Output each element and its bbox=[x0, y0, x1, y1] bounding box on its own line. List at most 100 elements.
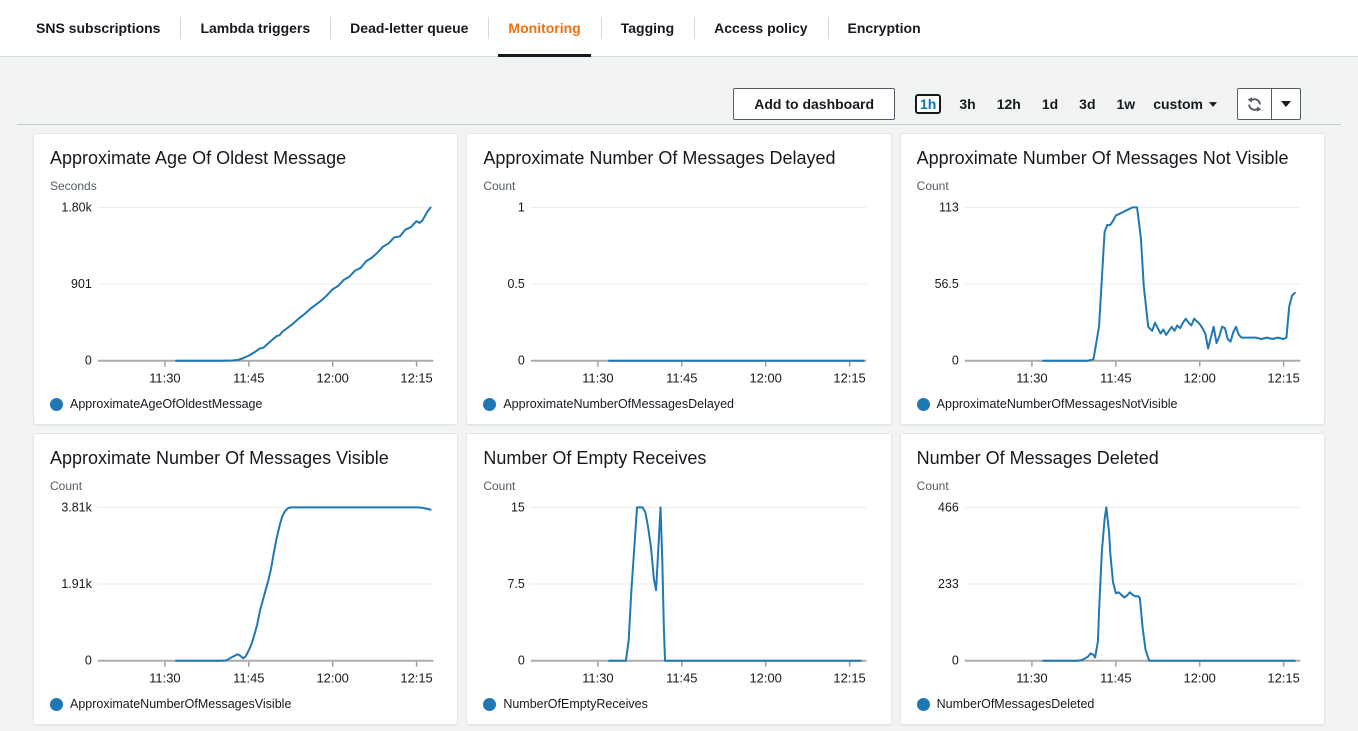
y-tick-label: 15 bbox=[511, 500, 525, 514]
x-tick-label: 11:30 bbox=[1016, 371, 1047, 386]
y-tick-label: 901 bbox=[71, 277, 92, 291]
chart-canvas[interactable]: 157.5011:3011:4512:0012:15 bbox=[483, 495, 874, 695]
chart-canvas[interactable]: 11356.5011:3011:4512:0012:15 bbox=[917, 195, 1308, 395]
tab-dead-letter-queue[interactable]: Dead-letter queue bbox=[330, 0, 488, 56]
chevron-down-icon bbox=[1209, 102, 1217, 107]
chart-title: Approximate Number Of Messages Delayed bbox=[483, 148, 874, 169]
legend-item[interactable]: ApproximateNumberOfMessagesNotVisible bbox=[917, 397, 1308, 411]
x-tick-label: 11:45 bbox=[666, 371, 697, 386]
chart-grid: Approximate Age Of Oldest Message Seconds… bbox=[33, 133, 1325, 725]
y-tick-label: 0 bbox=[952, 654, 959, 668]
y-tick-label: 113 bbox=[939, 200, 959, 214]
time-range-1h[interactable]: 1h bbox=[915, 94, 941, 114]
y-axis-unit-label: Count bbox=[483, 179, 874, 193]
y-tick-label: 56.5 bbox=[934, 277, 958, 291]
x-tick-label: 12:15 bbox=[400, 671, 432, 686]
chart-card-approximate-number-of-messages-visible: Approximate Number Of Messages Visible Co… bbox=[33, 433, 458, 725]
x-tick-label: 12:15 bbox=[1267, 371, 1299, 386]
y-tick-label: 0.5 bbox=[508, 277, 525, 291]
chart-card-approximate-number-of-messages-not-visible: Approximate Number Of Messages Not Visib… bbox=[900, 133, 1325, 425]
y-axis-unit-label: Count bbox=[917, 479, 1308, 493]
x-tick-label: 11:30 bbox=[149, 671, 180, 686]
legend-marker-icon bbox=[483, 398, 496, 411]
y-axis-unit-label: Count bbox=[917, 179, 1308, 193]
legend-item[interactable]: ApproximateNumberOfMessagesDelayed bbox=[483, 397, 874, 411]
legend-label: ApproximateNumberOfMessagesVisible bbox=[70, 697, 291, 711]
chart-canvas[interactable]: 3.81k 1.91k 0 11:30 11:45 12:00 12:15 bbox=[50, 495, 441, 695]
tab-lambda-triggers[interactable]: Lambda triggers bbox=[180, 0, 330, 56]
time-range-3h[interactable]: 3h bbox=[956, 94, 978, 114]
chart-card-approximate-age-of-oldest-message: Approximate Age Of Oldest Message Seconds… bbox=[33, 133, 458, 425]
chart-canvas[interactable]: 1.80k 901 0 11:30 11:45 12:00 12:15 bbox=[50, 195, 441, 395]
tab-sns-subscriptions[interactable]: SNS subscriptions bbox=[16, 0, 180, 56]
x-tick-label: 11:45 bbox=[1100, 671, 1131, 686]
time-range-group: 1h 3h 12h 1d 3d 1w custom bbox=[915, 94, 1217, 114]
y-tick-label: 1.91k bbox=[61, 577, 92, 591]
chart-card-number-of-empty-receives: Number Of Empty ReceivesCount157.5011:30… bbox=[466, 433, 891, 725]
y-tick-label: 0 bbox=[518, 654, 525, 668]
legend-label: NumberOfEmptyReceives bbox=[503, 697, 648, 711]
x-tick-label: 11:30 bbox=[583, 671, 614, 686]
legend-label: ApproximateNumberOfMessagesNotVisible bbox=[937, 397, 1178, 411]
chart-title: Approximate Number Of Messages Visible bbox=[50, 448, 441, 469]
x-tick-label: 12:15 bbox=[834, 671, 866, 686]
monitoring-toolbar: Add to dashboard 1h 3h 12h 1d 3d 1w custom bbox=[17, 81, 1341, 127]
refresh-icon bbox=[1246, 96, 1263, 113]
chart-canvas[interactable]: 466233011:3011:4512:0012:15 bbox=[917, 495, 1308, 695]
x-tick-label: 12:00 bbox=[316, 371, 348, 386]
x-tick-label: 12:00 bbox=[1183, 671, 1215, 686]
legend-item[interactable]: ApproximateAgeOfOldestMessage bbox=[50, 397, 441, 411]
y-tick-label: 466 bbox=[938, 500, 959, 514]
tab-bar: SNS subscriptionsLambda triggersDead-let… bbox=[0, 0, 1358, 57]
legend-item[interactable]: NumberOfEmptyReceives bbox=[483, 697, 874, 711]
legend-marker-icon bbox=[917, 698, 930, 711]
y-tick-label: 0 bbox=[952, 354, 959, 368]
y-tick-label: 0 bbox=[85, 654, 92, 668]
x-tick-label: 11:45 bbox=[666, 671, 697, 686]
time-range-custom[interactable]: custom bbox=[1153, 94, 1217, 114]
time-range-3d[interactable]: 3d bbox=[1076, 94, 1098, 114]
x-tick-label: 11:45 bbox=[233, 671, 264, 686]
chevron-down-icon bbox=[1281, 101, 1291, 107]
tab-tagging[interactable]: Tagging bbox=[601, 0, 694, 56]
legend-marker-icon bbox=[917, 398, 930, 411]
y-axis-unit-label: Count bbox=[50, 479, 441, 493]
y-tick-label: 1.80k bbox=[61, 200, 92, 214]
refresh-button[interactable] bbox=[1237, 88, 1272, 120]
x-tick-label: 12:00 bbox=[316, 671, 348, 686]
chart-title: Number Of Empty Receives bbox=[483, 448, 874, 469]
chart-card-number-of-messages-deleted: Number Of Messages Deleted Count 466 233 0 11… bbox=[900, 433, 1325, 725]
chart-card-approximate-number-of-messages-delayed: Approximate Number Of Messages Delayed Co… bbox=[466, 133, 891, 425]
chart-title: Number Of Messages Deleted bbox=[917, 448, 1308, 469]
time-range-1d[interactable]: 1d bbox=[1039, 94, 1061, 114]
custom-range-label: custom bbox=[1153, 96, 1203, 112]
tab-monitoring[interactable]: Monitoring bbox=[488, 0, 600, 56]
x-tick-label: 12:15 bbox=[834, 371, 866, 386]
time-range-12h[interactable]: 12h bbox=[994, 94, 1024, 114]
y-axis-unit-label: Seconds bbox=[50, 179, 441, 193]
x-tick-label: 11:30 bbox=[583, 371, 614, 386]
x-tick-label: 11:30 bbox=[149, 371, 180, 386]
refresh-split-button bbox=[1237, 88, 1301, 120]
time-range-1w[interactable]: 1w bbox=[1114, 94, 1139, 114]
x-tick-label: 12:00 bbox=[1183, 371, 1215, 386]
add-to-dashboard-button[interactable]: Add to dashboard bbox=[733, 88, 895, 120]
legend-marker-icon bbox=[50, 398, 63, 411]
chart-canvas[interactable]: 10.5011:3011:4512:0012:15 bbox=[483, 195, 874, 395]
chart-title: Approximate Age Of Oldest Message bbox=[50, 148, 441, 169]
x-tick-label: 11:45 bbox=[233, 371, 264, 386]
legend-label: ApproximateNumberOfMessagesDelayed bbox=[503, 397, 734, 411]
x-tick-label: 12:00 bbox=[750, 371, 782, 386]
y-tick-label: 233 bbox=[938, 577, 959, 591]
x-tick-label: 12:15 bbox=[400, 371, 432, 386]
refresh-options-button[interactable] bbox=[1272, 88, 1301, 120]
legend-item[interactable]: ApproximateNumberOfMessagesVisible bbox=[50, 697, 441, 711]
y-tick-label: 3.81k bbox=[61, 500, 92, 514]
x-tick-label: 11:30 bbox=[1016, 671, 1047, 686]
y-tick-label: 0 bbox=[85, 354, 92, 368]
legend-item[interactable]: NumberOfMessagesDeleted bbox=[917, 697, 1308, 711]
tab-access-policy[interactable]: Access policy bbox=[694, 0, 827, 56]
tab-encryption[interactable]: Encryption bbox=[828, 0, 941, 56]
y-tick-label: 1 bbox=[518, 200, 525, 214]
x-tick-label: 12:00 bbox=[750, 671, 782, 686]
